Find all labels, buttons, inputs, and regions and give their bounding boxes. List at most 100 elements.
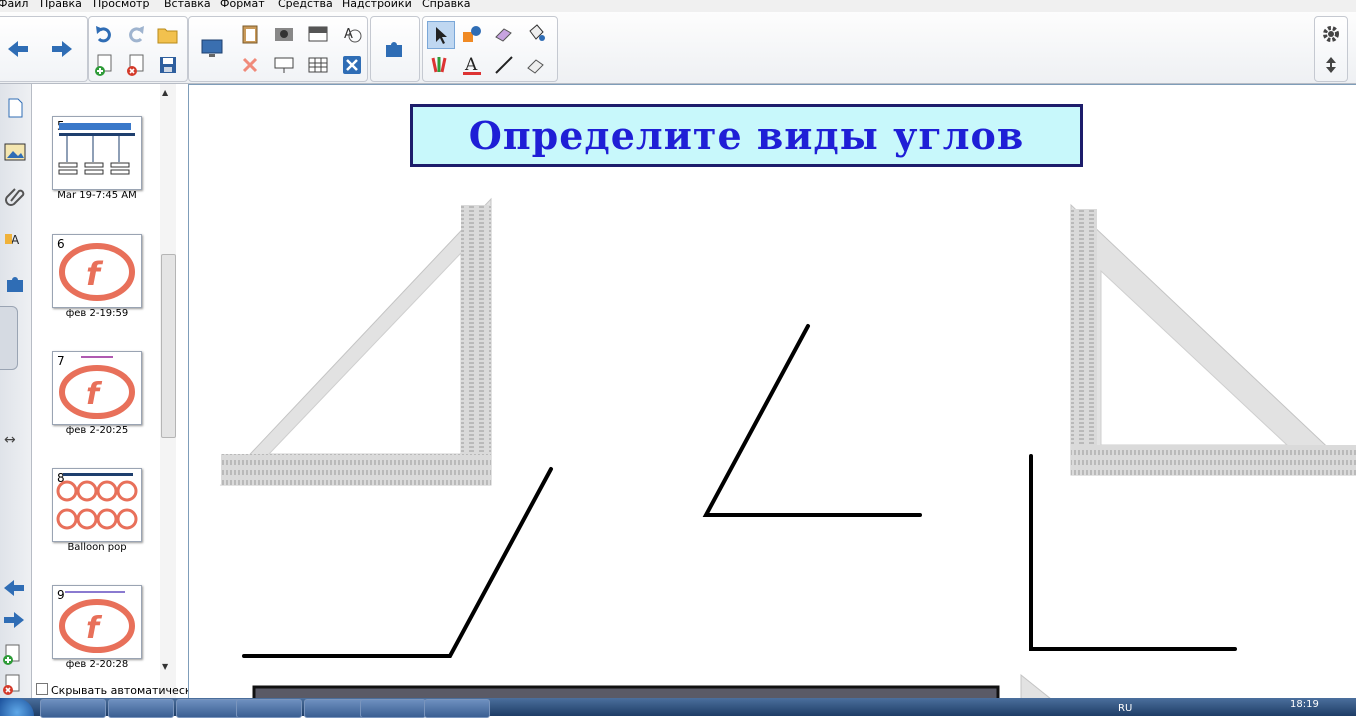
slide-caption-9: фев 2-20:28 [65, 659, 129, 670]
menu-file[interactable]: Файл [0, 0, 28, 10]
new-page-icon [95, 54, 112, 76]
gallery-tab[interactable] [0, 134, 29, 170]
menu-edit[interactable]: Правка [40, 0, 82, 10]
taskbar-notebook[interactable] [360, 699, 426, 718]
addons-button[interactable] [382, 36, 408, 62]
save-icon [160, 57, 176, 73]
redo-icon [129, 26, 144, 43]
slide-preview-5 [58, 123, 135, 175]
addons-tab[interactable] [0, 266, 29, 302]
auto-hide-checkbox[interactable] [36, 683, 48, 695]
taskbar-ie[interactable] [40, 699, 106, 718]
language-indicator[interactable]: RU [1118, 703, 1132, 714]
collapse-handle[interactable] [0, 306, 18, 370]
shapes-icon [463, 26, 481, 42]
slide-thumbnail-6[interactable]: 6 f [52, 234, 142, 308]
sorter-scroll-thumb[interactable] [161, 254, 176, 438]
shapes-tool[interactable] [459, 21, 485, 47]
text-tool[interactable]: A [459, 52, 485, 78]
delete-page-icon [127, 54, 144, 76]
eraser-tool[interactable] [523, 52, 549, 78]
undo-button[interactable] [91, 21, 117, 47]
line-tool[interactable] [491, 52, 517, 78]
auto-hide-label: Скрывать автоматическ [51, 684, 192, 697]
flash-logo-icon: f [59, 356, 135, 419]
flash-logo-icon: f [59, 591, 135, 653]
slide-thumbnail-8[interactable]: 8 [52, 468, 142, 542]
drawing-layer [219, 197, 1356, 699]
scroll-up-icon[interactable]: ▲ [162, 88, 168, 97]
close-box-icon [343, 56, 361, 74]
back-button[interactable] [5, 36, 31, 62]
pen-tool[interactable] [427, 52, 453, 78]
clock[interactable]: 18:19 [1290, 699, 1319, 710]
move-toolbar-button[interactable] [1318, 52, 1344, 78]
next-page-button[interactable] [2, 610, 26, 633]
new-page-button[interactable] [91, 52, 117, 78]
paperclip-icon [4, 188, 24, 206]
attachments-tab[interactable] [0, 178, 29, 214]
menu-tools[interactable]: Средства [278, 0, 333, 10]
sorter-scrollbar[interactable]: ▲ ▼ [160, 84, 176, 698]
settings-group [1314, 16, 1348, 82]
slide-thumbnail-9[interactable]: 9 f [52, 585, 142, 659]
insert-group: A [188, 16, 368, 82]
previous-page-button[interactable] [2, 578, 26, 601]
pointer-icon [436, 27, 447, 44]
screen-display-button[interactable] [199, 36, 225, 62]
slide-caption-6: фев 2-19:59 [65, 308, 129, 319]
table-icon [308, 57, 328, 73]
open-button[interactable] [155, 21, 181, 47]
menu-addons[interactable]: Надстройки [342, 0, 412, 10]
screen-shade-button[interactable] [305, 21, 331, 47]
delete-button[interactable] [237, 52, 263, 78]
toolbar: A A [0, 12, 1356, 84]
page-title: Определите виды углов [468, 113, 1025, 158]
taskbar-explorer[interactable] [108, 699, 174, 718]
close-tool-button[interactable] [339, 52, 365, 78]
slide-thumbnail-7[interactable]: 7 f [52, 351, 142, 425]
obtuse-angle[interactable] [242, 467, 553, 658]
slide-caption-8: Balloon pop [67, 542, 127, 553]
spelling-button[interactable]: A [339, 21, 365, 47]
page-sorter-tab[interactable] [0, 90, 29, 126]
settings-button[interactable] [1318, 21, 1344, 47]
select-tool[interactable] [427, 21, 455, 49]
taskbar-close-app[interactable] [236, 699, 302, 718]
screen-capture-button[interactable] [271, 21, 297, 47]
menu-view[interactable]: Просмотр [93, 0, 149, 10]
resize-arrows-icon[interactable]: ↔ [4, 432, 16, 448]
fill-tool[interactable] [523, 21, 549, 47]
scroll-down-icon[interactable]: ▼ [162, 662, 168, 671]
whiteboard-canvas[interactable]: Определите виды углов [188, 84, 1356, 699]
menu-insert[interactable]: Вставка [164, 0, 211, 10]
save-button[interactable] [155, 52, 181, 78]
pens-icon [431, 57, 447, 73]
add-page-button[interactable] [2, 644, 22, 669]
delete-page-icon [3, 674, 20, 695]
set-square-right[interactable] [1070, 203, 1356, 476]
delete-page-button[interactable] [123, 52, 149, 78]
slide-thumbnail-5[interactable]: 5 [52, 116, 142, 190]
redo-button[interactable] [123, 21, 149, 47]
picture-icon [4, 143, 25, 161]
table-button[interactable] [305, 52, 331, 78]
forward-button[interactable] [49, 36, 75, 62]
full-screen-button[interactable] [271, 52, 297, 78]
eraser-tool-top[interactable] [491, 21, 517, 47]
taskbar-paint[interactable] [424, 699, 490, 718]
menu-format[interactable]: Формат [220, 0, 265, 10]
acute-angle[interactable] [702, 324, 922, 517]
right-angle[interactable] [1029, 454, 1237, 651]
set-square-partial[interactable] [1020, 673, 1052, 699]
set-square-left[interactable] [219, 197, 492, 486]
delete-page-side-button[interactable] [2, 674, 22, 699]
start-button[interactable] [0, 698, 34, 716]
eraser-icon [527, 59, 544, 74]
properties-tab[interactable]: A [0, 222, 29, 258]
paste-button[interactable] [237, 21, 263, 47]
taskbar-folder[interactable] [176, 699, 242, 718]
page-title-box[interactable]: Определите виды углов [410, 104, 1083, 167]
menu-help[interactable]: Справка [422, 0, 470, 10]
auto-hide-option[interactable]: Скрывать автоматическ [36, 683, 192, 697]
